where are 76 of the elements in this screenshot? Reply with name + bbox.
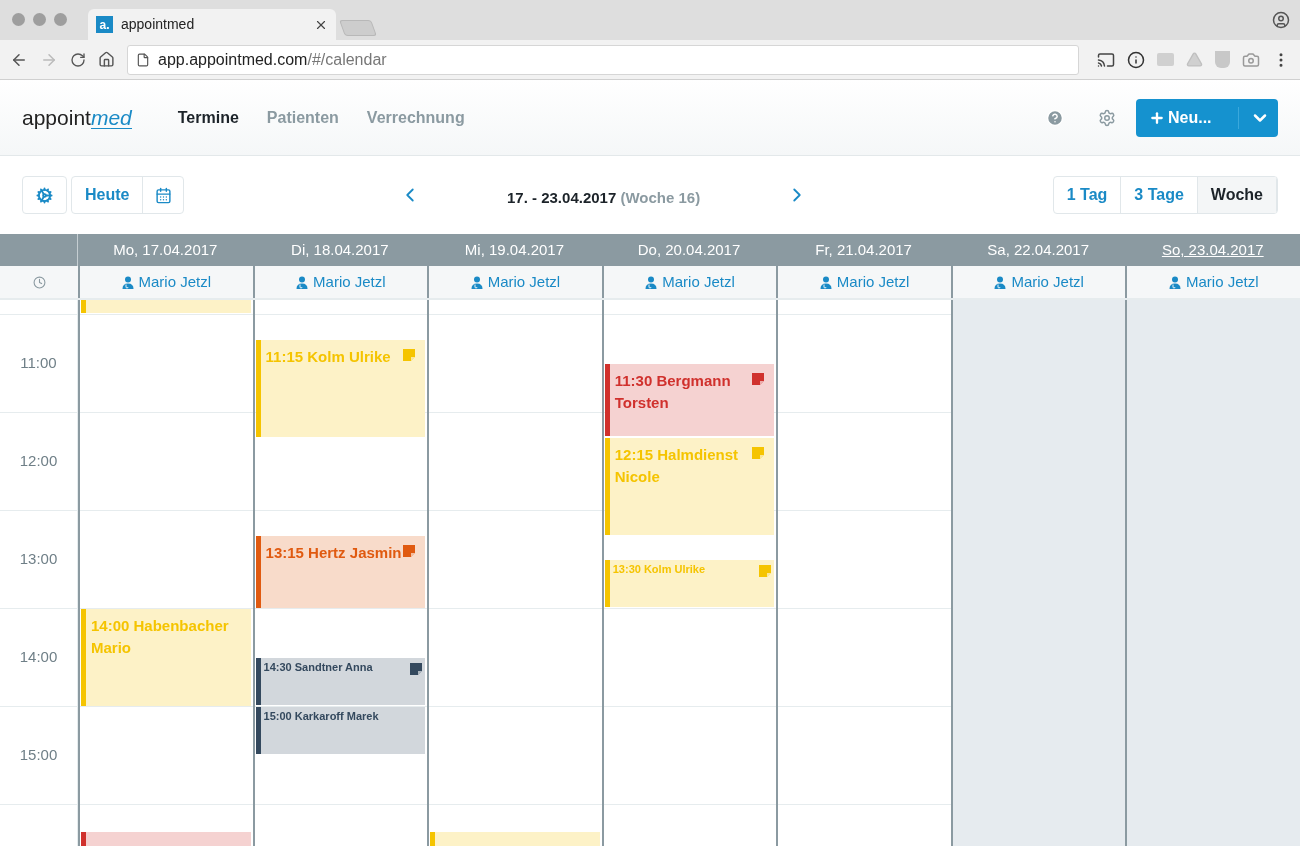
calendar-icon (154, 186, 172, 204)
page-icon (136, 52, 150, 67)
appointment[interactable] (81, 832, 251, 846)
date-range: 17. - 23.04.2017 (Woche 16) (507, 187, 701, 208)
window-control[interactable] (33, 13, 46, 26)
appointment-title: 11:30 Bergmann Torsten (614, 371, 732, 413)
day-header[interactable]: Mi, 19.04.2017 (464, 238, 565, 262)
appointment-title: 11:15 Kolm Ulrike (265, 346, 391, 367)
plus-icon (1149, 109, 1165, 126)
tab-title: appointmed (121, 15, 196, 34)
day-header[interactable]: Di, 18.04.2017 (291, 238, 389, 262)
new-label: Neu... (1168, 107, 1212, 128)
new-tab-button[interactable] (339, 20, 377, 36)
appointment-title: 15:00 Karkaroff Marek (263, 709, 379, 724)
doctor-name[interactable]: Mario Jetzl (1011, 270, 1084, 294)
calendar-settings-button[interactable] (22, 176, 67, 214)
reload-icon[interactable] (70, 51, 86, 68)
doctor-icon (645, 275, 658, 289)
doctor-name[interactable]: Mario Jetzl (662, 270, 735, 294)
hour-label: 13:00 (19, 549, 58, 570)
new-button[interactable]: Neu... (1136, 98, 1278, 137)
appointment[interactable]: 14:30 Sandtner Anna (255, 658, 426, 705)
doctor-name[interactable]: Mario Jetzl (487, 270, 561, 294)
day-header[interactable]: So, 23.04.2017 (1161, 238, 1264, 262)
settings-icon[interactable] (1098, 108, 1116, 127)
help-icon[interactable] (1046, 108, 1064, 127)
nav-tab[interactable]: Verrechnung (366, 105, 465, 130)
nav-tab[interactable]: Patienten (266, 105, 339, 130)
home-icon[interactable] (98, 51, 115, 68)
appointment[interactable]: 11:30 Bergmann Torsten (604, 364, 775, 436)
window-control[interactable] (12, 13, 25, 26)
appointment[interactable]: 15:00 Karkaroff Marek (255, 707, 426, 754)
logo-text: appoint (22, 106, 91, 128)
appointment-title: 13:30 Kolm Ulrike (612, 562, 706, 577)
doctor-name[interactable]: Mario Jetzl (138, 270, 212, 294)
cast-icon[interactable] (1097, 50, 1115, 69)
note-icon[interactable] (752, 373, 765, 385)
logo-accent: med (90, 106, 132, 129)
doctor-icon (296, 275, 309, 289)
view-tab[interactable]: 3 Tage (1121, 177, 1198, 213)
hour-label: 14:00 (19, 647, 58, 668)
hour-label: 11:00 (20, 353, 57, 374)
doctor-icon (819, 275, 832, 289)
view-tab[interactable]: 1 Tag (1053, 177, 1122, 213)
doctor-name[interactable]: Mario Jetzl (313, 270, 386, 294)
profile-icon[interactable] (1272, 11, 1290, 29)
address-field[interactable]: app.appointmed.com/#/calendar (127, 44, 1079, 75)
doctor-icon (1169, 275, 1181, 289)
day-header[interactable]: Mo, 17.04.2017 (113, 238, 218, 262)
hour-label: 12:00 (19, 451, 58, 472)
view-tab[interactable]: Woche (1197, 177, 1277, 213)
doctor-icon (121, 275, 134, 289)
window-control[interactable] (54, 13, 67, 26)
doctor-icon (470, 275, 483, 289)
clock-icon (32, 275, 46, 289)
appointment-title: 14:30 Sandtner Anna (263, 660, 373, 675)
info-icon[interactable] (1127, 50, 1145, 69)
appointment-title: 14:00 Habenbacher Mario (91, 616, 230, 658)
day-header[interactable]: Sa, 22.04.2017 (987, 238, 1090, 262)
day-header[interactable]: Fr, 21.04.2017 (815, 238, 912, 262)
doctor-name[interactable]: Mario Jetzl (836, 270, 910, 294)
doctor-icon (994, 275, 1007, 289)
gears-icon (36, 186, 53, 204)
note-icon[interactable] (403, 544, 416, 557)
appointment-title: 12:15 Halmdienst Nicole (614, 444, 740, 487)
note-icon[interactable] (410, 663, 423, 675)
browser-tab[interactable]: a. appointmed (88, 9, 336, 40)
camera-icon[interactable] (1242, 50, 1260, 69)
appointment-title: 13:15 Hertz Jasmin (265, 542, 402, 563)
nav-tab[interactable]: Termine (177, 105, 239, 130)
url-text: app.appointmed.com/#/calendar (158, 49, 387, 70)
hour-label: 15:00 (19, 745, 58, 766)
appointment[interactable]: 13:15 Hertz Jasmin (255, 535, 426, 608)
favicon: a. (96, 16, 113, 33)
day-header[interactable]: Do, 20.04.2017 (637, 238, 741, 262)
doctor-name[interactable]: Mario Jetzl (1186, 270, 1259, 294)
